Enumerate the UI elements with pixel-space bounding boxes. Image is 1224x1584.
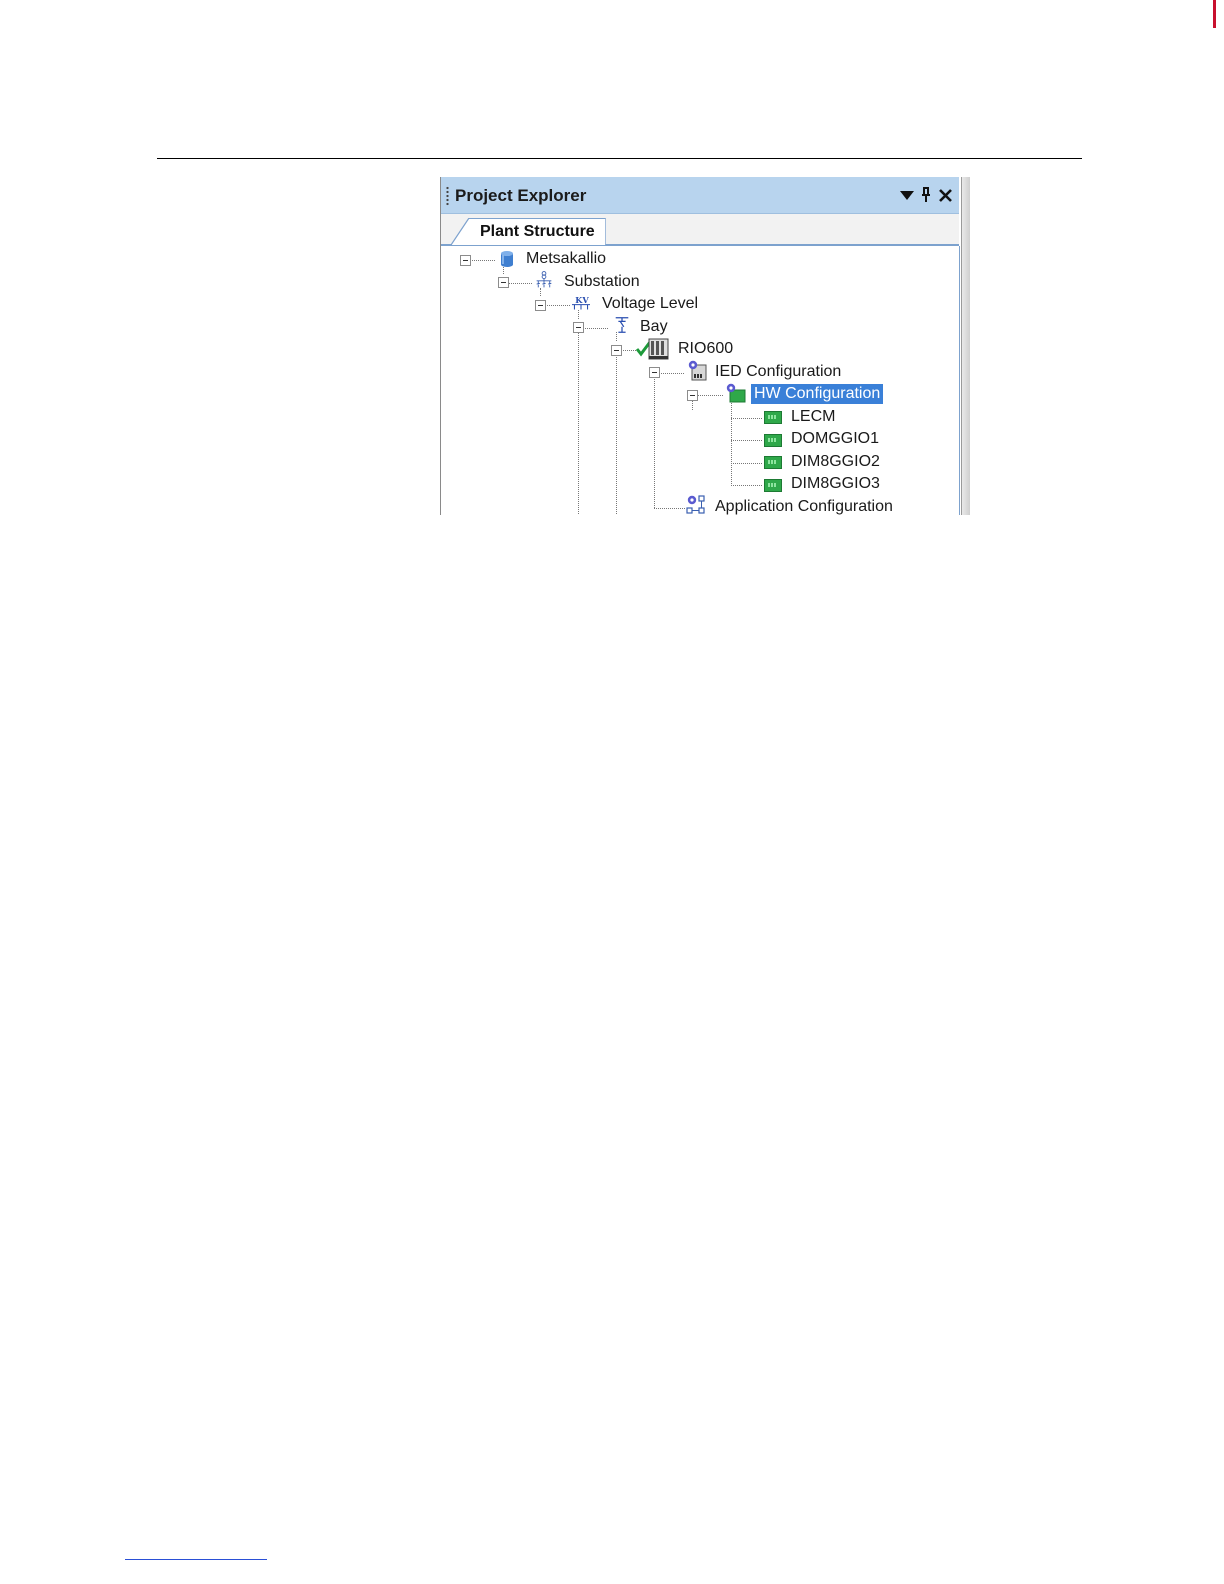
expander-rio600[interactable]	[611, 345, 622, 356]
expander-bay[interactable]	[573, 322, 584, 333]
tree-connector	[545, 305, 570, 306]
database-icon	[501, 251, 513, 267]
module-icon	[764, 456, 782, 469]
tree-connector	[731, 463, 762, 464]
header-rule	[157, 158, 1082, 159]
bay-icon	[615, 317, 629, 333]
hw-configuration-icon	[726, 383, 746, 403]
tree-connector	[731, 418, 762, 419]
tree-connector	[654, 377, 655, 508]
expander-substation[interactable]	[498, 277, 509, 288]
tab-plant-structure[interactable]: Plant Structure	[451, 218, 606, 245]
tab-plant-structure-label: Plant Structure	[480, 223, 595, 240]
dropdown-icon[interactable]	[898, 185, 916, 205]
substation-icon	[536, 271, 552, 288]
tree-connector	[508, 283, 532, 284]
tree-node-bay[interactable]: Bay	[640, 317, 668, 337]
tree-connector	[621, 350, 636, 351]
module-icon	[764, 479, 782, 492]
tree-node-ied-configuration[interactable]: IED Configuration	[715, 362, 841, 382]
drag-grip-icon[interactable]	[446, 186, 449, 206]
plant-structure-tree: Metsakallio Substation KV Voltage Level …	[441, 246, 960, 515]
tree-connector	[731, 440, 762, 441]
tree-connector	[470, 260, 495, 261]
module-icon	[764, 434, 782, 447]
tree-connector	[731, 485, 762, 486]
tree-connector	[692, 400, 693, 410]
tab-strip: Plant Structure	[441, 214, 959, 246]
page-edge-marker	[1213, 0, 1216, 28]
tree-node-dim8ggio3[interactable]: DIM8GGIO3	[791, 474, 880, 494]
tree-connector	[697, 395, 723, 396]
application-configuration-icon	[686, 495, 705, 514]
ied-configuration-icon	[688, 360, 707, 381]
tree-node-dim8ggio2[interactable]: DIM8GGIO2	[791, 452, 880, 472]
footnote-rule	[125, 1559, 267, 1560]
tree-node-hw-configuration[interactable]: HW Configuration	[751, 384, 884, 404]
svg-text:KV: KV	[575, 295, 589, 305]
expander-ied-configuration[interactable]	[649, 367, 660, 378]
tree-connector	[654, 508, 685, 509]
tree-connector	[578, 332, 579, 515]
tab-edge	[451, 218, 470, 245]
project-explorer-panel: Project Explorer Plant Structure Metsaka…	[440, 177, 970, 515]
tree-node-substation[interactable]: Substation	[564, 272, 640, 292]
pin-icon[interactable]	[917, 185, 935, 205]
ied-device-icon	[635, 338, 669, 360]
expander-voltage-level[interactable]	[535, 300, 546, 311]
expander-hw-configuration[interactable]	[687, 390, 698, 401]
tree-node-domggio1[interactable]: DOMGGIO1	[791, 429, 879, 449]
tree-connector	[583, 328, 608, 329]
tree-connector	[616, 355, 617, 515]
panel-title: Project Explorer	[455, 186, 587, 205]
expander-metsakallio[interactable]	[460, 255, 471, 266]
panel-title-bar[interactable]: Project Explorer	[441, 177, 959, 214]
tree-node-rio600[interactable]: RIO600	[678, 339, 733, 359]
tree-connector	[659, 373, 684, 374]
tree-connector	[540, 288, 541, 296]
tree-node-application-configuration[interactable]: Application Configuration	[715, 497, 893, 515]
module-icon	[764, 411, 782, 424]
panel-scroll-edge[interactable]	[961, 177, 970, 515]
tree-node-voltage-level[interactable]: Voltage Level	[602, 294, 698, 314]
tree-connector	[731, 400, 732, 486]
tree-node-lecm[interactable]: LECM	[791, 407, 835, 427]
tree-node-metsakallio[interactable]: Metsakallio	[526, 249, 606, 269]
close-icon[interactable]	[936, 185, 954, 205]
voltage-level-icon: KV	[572, 295, 590, 310]
